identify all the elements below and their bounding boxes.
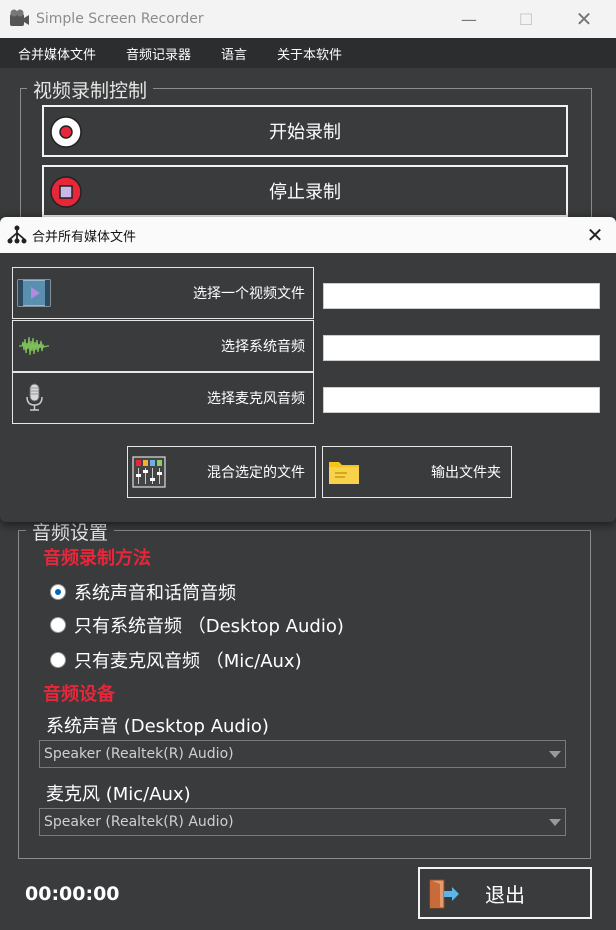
dialog-title: 合并所有媒体文件 (32, 229, 137, 245)
mix-files-label: 混合选定的文件 (207, 465, 305, 481)
chevron-down-icon (549, 819, 561, 826)
menu-language[interactable]: 语言 (221, 44, 259, 63)
maximize-button[interactable]: ☐ (497, 0, 555, 38)
stop-recording-button[interactable]: 停止录制 (42, 165, 568, 217)
select-video-button[interactable]: 选择一个视频文件 (12, 267, 314, 319)
start-recording-label: 开始录制 (269, 122, 341, 143)
close-window-button[interactable]: ✕ (555, 0, 613, 38)
video-file-path-input[interactable] (323, 283, 600, 309)
output-folder-label: 输出文件夹 (431, 465, 501, 481)
select-video-label: 选择一个视频文件 (193, 286, 305, 302)
dialog-title-bar: 合并所有媒体文件 ✕ (0, 217, 616, 253)
mic-value: Speaker (Realtek(R) Audio) (44, 814, 234, 830)
start-recording-button[interactable]: 开始录制 (42, 105, 568, 157)
radio-indicator (50, 617, 66, 633)
app-recorder-icon (8, 8, 30, 30)
dialog-close-button[interactable]: ✕ (582, 223, 608, 247)
record-icon (50, 116, 82, 148)
microphone-icon (17, 383, 51, 413)
video-file-icon (17, 278, 51, 308)
select-mic-audio-label: 选择麦克风音频 (207, 391, 305, 407)
chevron-down-icon (549, 751, 561, 758)
radio-mic-only[interactable]: 只有麦克风音频 （Mic/Aux) (50, 647, 302, 673)
mic-audio-path-input[interactable] (323, 387, 600, 413)
system-audio-path-input[interactable] (323, 335, 600, 361)
radio-label: 只有麦克风音频 （Mic/Aux) (74, 651, 302, 672)
system-audio-label: 系统声音 (Desktop Audio) (46, 716, 269, 737)
video-group-title: 视频录制控制 (27, 76, 154, 103)
merge-icon (6, 224, 28, 246)
exit-label: 退出 (485, 882, 525, 907)
radio-label: 系统声音和话筒音频 (74, 583, 236, 604)
system-audio-select[interactable]: Speaker (Realtek(R) Audio) (39, 740, 566, 768)
system-audio-value: Speaker (Realtek(R) Audio) (44, 746, 234, 762)
folder-icon (327, 456, 361, 488)
radio-system-and-mic[interactable]: 系统声音和话筒音频 (50, 579, 236, 605)
minimize-button[interactable]: — (440, 0, 498, 38)
recording-method-heading: 音频录制方法 (43, 548, 151, 569)
select-mic-audio-button[interactable]: 选择麦克风音频 (12, 372, 314, 424)
title-bar: Simple Screen Recorder — ☐ ✕ (0, 0, 616, 38)
mixer-icon (132, 456, 166, 488)
stop-recording-label: 停止录制 (269, 182, 341, 203)
radio-indicator (50, 584, 66, 600)
mic-select[interactable]: Speaker (Realtek(R) Audio) (39, 808, 566, 836)
audio-group-title: 音频设置 (26, 518, 115, 545)
select-system-audio-label: 选择系统音频 (221, 339, 305, 355)
waveform-icon (17, 331, 51, 361)
stop-icon (50, 176, 82, 208)
audio-device-heading: 音频设备 (43, 684, 115, 705)
merge-media-dialog: 合并所有媒体文件 ✕ 选择一个视频文件 选择系统音频 选择麦克风音频 混合选定的… (0, 217, 616, 522)
window-title: Simple Screen Recorder (36, 11, 204, 27)
menu-about[interactable]: 关于本软件 (277, 44, 354, 63)
menu-merge-media[interactable]: 合并媒体文件 (18, 44, 108, 63)
mic-label: 麦克风 (Mic/Aux) (46, 784, 191, 805)
radio-indicator (50, 652, 66, 668)
mix-files-button[interactable]: 混合选定的文件 (127, 446, 316, 498)
recording-timer: 00:00:00 (25, 883, 120, 905)
exit-door-icon (426, 878, 460, 910)
output-folder-button[interactable]: 输出文件夹 (322, 446, 512, 498)
menu-bar: 合并媒体文件 音频记录器 语言 关于本软件 (0, 38, 616, 68)
menu-audio-recorder[interactable]: 音频记录器 (126, 44, 203, 63)
radio-system-only[interactable]: 只有系统音频 （Desktop Audio) (50, 612, 344, 638)
radio-label: 只有系统音频 （Desktop Audio) (74, 616, 344, 637)
exit-button[interactable]: 退出 (418, 867, 592, 919)
select-system-audio-button[interactable]: 选择系统音频 (12, 320, 314, 372)
